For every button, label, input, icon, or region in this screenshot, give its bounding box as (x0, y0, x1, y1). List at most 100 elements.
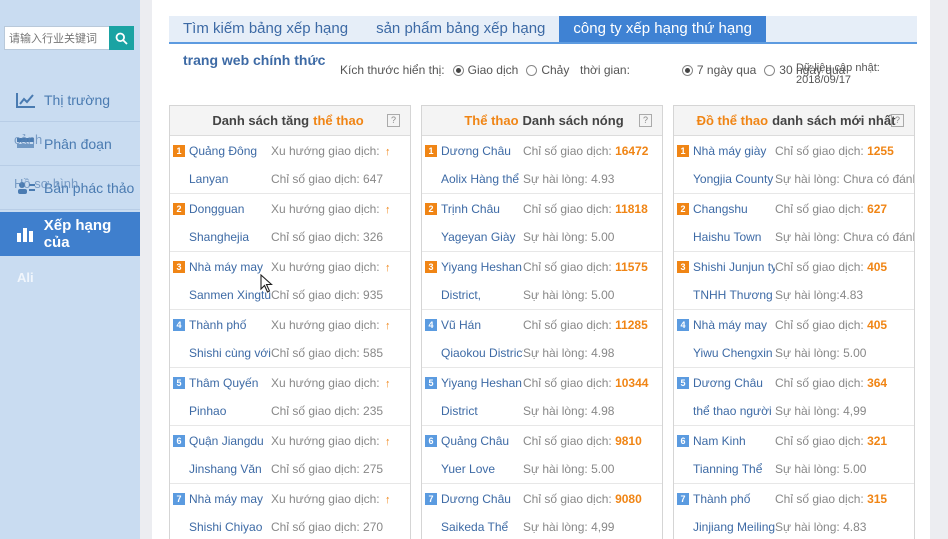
company-name[interactable]: Dương Châu (441, 144, 523, 158)
company-name[interactable]: Quận Jiangdu (189, 434, 271, 448)
ranking-row[interactable]: 2 Dongguan Shanghejia Xu hướng giao dịch: ↑… (170, 194, 410, 252)
ranking-row[interactable]: 4 Thành phố Shishi cùng với Xu hướng giao d… (170, 310, 410, 368)
company-name-sub[interactable]: Shishi cùng với (189, 346, 271, 360)
metric-label: Chỉ số giao dịch: (523, 376, 612, 390)
radio-7days-label[interactable]: 7 ngày qua (697, 63, 756, 77)
company-name-sub[interactable]: Yongjia County (693, 172, 775, 186)
radio-transaction[interactable] (452, 64, 464, 76)
rank-badge: 7 (173, 493, 185, 505)
nav-sub-item-ali[interactable]: Ali (17, 270, 34, 285)
metric-value: 9080 (615, 492, 642, 506)
tab-search-ranking[interactable]: Tìm kiếm bảng xếp hạng (169, 16, 362, 42)
company-name[interactable]: Nam Kinh (693, 434, 775, 448)
company-name-sub[interactable]: Qiaokou District (441, 346, 523, 360)
company-name-sub[interactable]: Tianning Thể (693, 462, 775, 476)
ranking-row[interactable]: 2 Trịnh Châu Yageyan Giày Chỉ số giao dịch:… (422, 194, 662, 252)
company-name-sub[interactable]: District (441, 404, 523, 418)
metric-label: Chỉ số giao dịch: (775, 492, 864, 506)
radio-7days[interactable] (681, 64, 693, 76)
ranking-row[interactable]: 2 Changshu Haishu Town Chỉ số giao dịch: 62… (674, 194, 914, 252)
rank-badge: 2 (173, 203, 185, 215)
company-name[interactable]: Yiyang Heshan (441, 376, 523, 390)
rank-badge: 1 (173, 145, 185, 157)
ranking-row[interactable]: 1 Quảng Đông Lanyan Xu hướng giao dịch: ↑ Ch… (170, 136, 410, 194)
search-input[interactable] (4, 26, 109, 50)
company-name[interactable]: Dương Châu (441, 492, 523, 506)
company-name-sub[interactable]: Shishi Chiyao (189, 520, 271, 534)
rank-badge: 3 (677, 261, 689, 273)
ranking-row[interactable]: 6 Quảng Châu Yuer Love Chỉ số giao dịch: 98… (422, 426, 662, 484)
ranking-row[interactable]: 1 Nhà máy giày Yongjia County Chỉ số giao d… (674, 136, 914, 194)
company-name-sub[interactable]: Jinjiang Meiling (693, 520, 775, 534)
search-button[interactable] (109, 26, 134, 50)
company-name-sub[interactable]: Haishu Town (693, 230, 775, 244)
company-name[interactable]: Quảng Châu (441, 434, 523, 448)
company-name-sub[interactable]: District, (441, 288, 523, 302)
company-name[interactable]: Changshu (693, 202, 775, 216)
ranking-row[interactable]: 5 Dương Châu thể thao người Chỉ số giao dịc… (674, 368, 914, 426)
ranking-row[interactable]: 5 Thâm Quyến Pinhao Xu hướng giao dịch: ↑ Ch… (170, 368, 410, 426)
company-name[interactable]: Thành phố (693, 492, 775, 506)
official-website-link[interactable]: trang web chính thức (183, 52, 325, 68)
help-icon[interactable]: ? (891, 114, 904, 127)
company-name-sub[interactable]: Saikeda Thể (441, 520, 523, 534)
rank-badge: 4 (677, 319, 689, 331)
tab-company-ranking[interactable]: công ty xếp hạng thứ hạng (559, 16, 766, 42)
ranking-row[interactable]: 1 Dương Châu Aolix Hàng thể Chỉ số giao dịc… (422, 136, 662, 194)
company-name[interactable]: Trịnh Châu (441, 202, 523, 216)
company-name-sub[interactable]: Shanghejia (189, 230, 271, 244)
radio-transaction-label[interactable]: Giao dịch (468, 63, 519, 77)
metric-value: 627 (867, 202, 888, 216)
nav-item-segment[interactable]: cảnh Phân đoạn (0, 122, 140, 166)
metric-value: 315 (867, 492, 888, 506)
nav-item-label: Thị trường (44, 91, 111, 108)
company-name[interactable]: Thâm Quyến (189, 376, 271, 390)
help-icon[interactable]: ? (639, 114, 652, 127)
help-icon[interactable]: ? (387, 114, 400, 127)
company-name[interactable]: Nhà máy may (189, 260, 271, 274)
ranking-row[interactable]: 3 Shishi Junjun ty TNHH Thương Chỉ số giao … (674, 252, 914, 310)
company-name[interactable]: Nhà máy giày (693, 144, 775, 158)
company-name-sub[interactable]: Yiwu Chengxin (693, 346, 775, 360)
company-name[interactable]: Yiyang Heshan (441, 260, 523, 274)
company-name[interactable]: Dongguan (189, 202, 271, 216)
ranking-row[interactable]: 7 Thành phố Jinjiang Meiling Chỉ số giao dị… (674, 484, 914, 539)
company-name[interactable]: Vũ Hán (441, 318, 523, 332)
company-name-sub[interactable]: Yuer Love (441, 462, 523, 476)
nav-item-market[interactable]: Thị trường (0, 78, 140, 122)
company-name-sub[interactable]: Yageyan Giày (441, 230, 523, 244)
radio-30days[interactable] (764, 64, 776, 76)
company-name[interactable]: Dương Châu (693, 376, 775, 390)
ranking-row[interactable]: 6 Nam Kinh Tianning Thể Chỉ số giao dịch: 3… (674, 426, 914, 484)
panel-rows: 1 Nhà máy giày Yongjia County Chỉ số giao d… (674, 136, 914, 539)
tab-product-ranking[interactable]: sản phẩm bảng xếp hạng (362, 16, 559, 42)
company-name[interactable]: Thành phố (189, 318, 271, 332)
panel-title: Danh sách tăng (212, 113, 310, 128)
ranking-row[interactable]: 7 Dương Châu Saikeda Thể Chỉ số giao dịch: … (422, 484, 662, 539)
company-name-sub[interactable]: Jinshang Văn (189, 462, 271, 476)
nav-item-ranking[interactable]: Xếp hạng của (0, 212, 140, 256)
nav-item-profile[interactable]: Hồ sơ hình Bản phác thảo (0, 166, 140, 210)
radio-flow-label[interactable]: Chảy (541, 63, 569, 77)
ranking-row[interactable]: 7 Nhà máy may Shishi Chiyao Xu hướng giao d… (170, 484, 410, 539)
company-name-sub[interactable]: Lanyan (189, 172, 271, 186)
company-name[interactable]: Shishi Junjun ty (693, 260, 775, 274)
company-name-sub[interactable]: Aolix Hàng thể (441, 172, 523, 186)
company-name[interactable]: Nhà máy may (189, 492, 271, 506)
company-name-sub[interactable]: Pinhao (189, 404, 271, 418)
company-name-sub[interactable]: thể thao người (693, 404, 775, 418)
ranking-row[interactable]: 3 Nhà máy may Sanmen Xingtu Xu hướng giao d… (170, 252, 410, 310)
ranking-row[interactable]: 3 Yiyang Heshan District, Chỉ số giao dịch:… (422, 252, 662, 310)
metric-primary: Chỉ số giao dịch: 10344 (523, 376, 662, 390)
ranking-row[interactable]: 5 Yiyang Heshan District Chỉ số giao dịch: … (422, 368, 662, 426)
ranking-row[interactable]: 6 Quận Jiangdu Jinshang Văn Xu hướng giao d… (170, 426, 410, 484)
ranking-row[interactable]: 4 Nhà máy may Yiwu Chengxin Chỉ số giao dịc… (674, 310, 914, 368)
radio-flow[interactable] (526, 64, 538, 76)
company-name-sub[interactable]: Sanmen Xingtu (189, 288, 271, 302)
ranking-row[interactable]: 4 Vũ Hán Qiaokou District Chỉ số giao dịch:… (422, 310, 662, 368)
rank-badge: 3 (173, 261, 185, 273)
company-name[interactable]: Nhà máy may (693, 318, 775, 332)
company-name-sub[interactable]: TNHH Thương (693, 288, 775, 302)
rank-badge: 2 (677, 203, 689, 215)
company-name[interactable]: Quảng Đông (189, 144, 271, 158)
